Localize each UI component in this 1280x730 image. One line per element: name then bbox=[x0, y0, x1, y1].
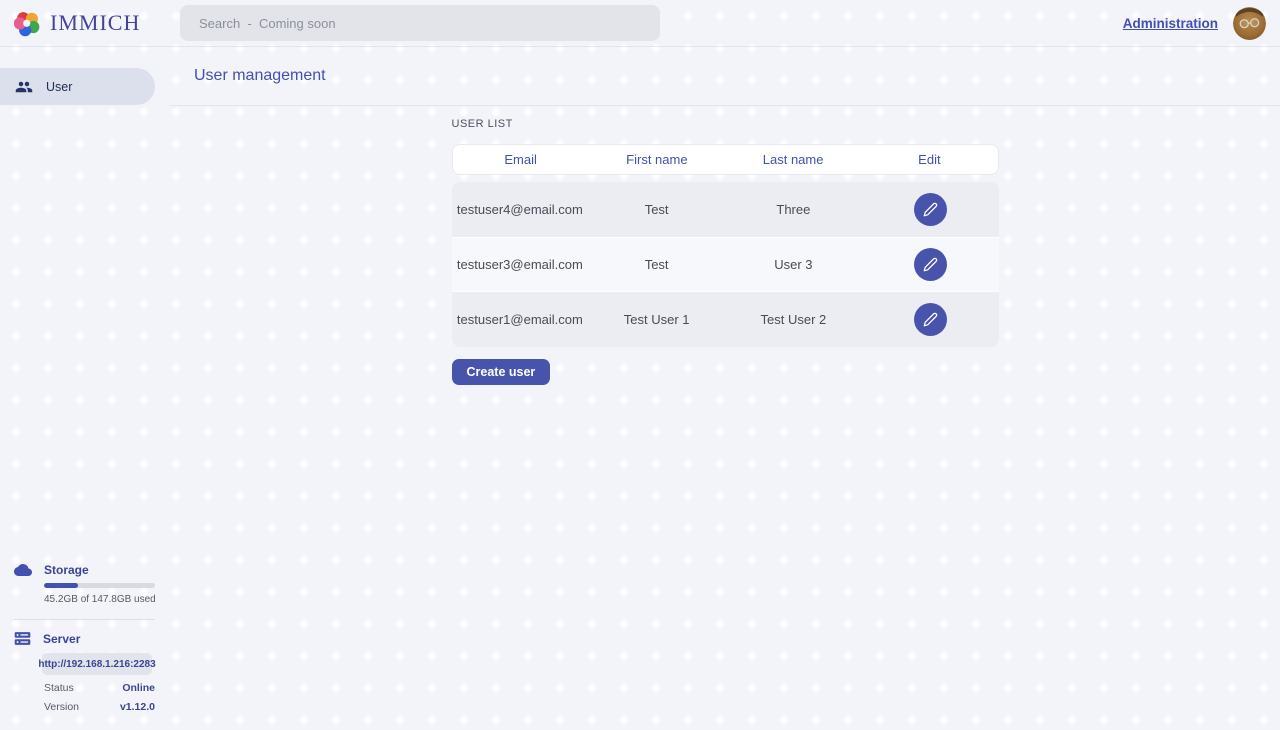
table-row: testuser4@email.com Test Three bbox=[452, 182, 999, 237]
status-value: Online bbox=[122, 682, 155, 694]
column-header-edit: Edit bbox=[861, 152, 997, 167]
brand-logo[interactable]: IMMICH bbox=[14, 10, 140, 37]
storage-title: Storage bbox=[44, 563, 89, 577]
column-header-last-name: Last name bbox=[725, 152, 861, 167]
cell-first-name: Test bbox=[588, 202, 725, 217]
administration-link[interactable]: Administration bbox=[1123, 16, 1218, 31]
search-input[interactable] bbox=[180, 5, 660, 41]
cell-email: testuser3@email.com bbox=[452, 257, 589, 272]
server-icon bbox=[14, 630, 31, 647]
storage-progress-bar bbox=[44, 583, 155, 588]
edit-user-button[interactable] bbox=[914, 193, 947, 226]
edit-user-button[interactable] bbox=[914, 248, 947, 281]
server-title: Server bbox=[43, 632, 80, 646]
version-value: v1.12.0 bbox=[120, 701, 155, 713]
cell-email: testuser1@email.com bbox=[452, 312, 589, 327]
sidebar-divider bbox=[14, 619, 155, 620]
status-label: Status bbox=[44, 682, 74, 694]
brand-name: IMMICH bbox=[50, 10, 140, 36]
cell-last-name: User 3 bbox=[725, 257, 862, 272]
create-user-button[interactable]: Create user bbox=[452, 359, 551, 385]
top-bar: IMMICH Administration bbox=[0, 0, 1280, 47]
storage-progress-fill bbox=[44, 583, 78, 588]
page-header: User management bbox=[170, 47, 1280, 106]
avatar[interactable] bbox=[1233, 7, 1266, 40]
cell-first-name: Test User 1 bbox=[588, 312, 725, 327]
cell-last-name: Test User 2 bbox=[725, 312, 862, 327]
server-url-badge: http://192.168.1.216:2283 bbox=[42, 653, 152, 675]
main-panel: User management USER LIST Email First na… bbox=[170, 47, 1280, 730]
users-icon bbox=[15, 78, 33, 96]
table-row: testuser1@email.com Test User 1 Test Use… bbox=[452, 292, 999, 347]
page-title: User management bbox=[194, 67, 326, 85]
immich-flower-icon bbox=[14, 10, 41, 37]
sidebar-item-label: User bbox=[46, 80, 72, 94]
user-list-label: USER LIST bbox=[452, 118, 999, 130]
user-table-body: testuser4@email.com Test Three testuser3… bbox=[452, 182, 999, 347]
sidebar: User Storage 45.2GB of 147.8GB used bbox=[0, 47, 170, 730]
storage-used-label: 45.2GB of 147.8GB used bbox=[44, 594, 170, 605]
version-label: Version bbox=[44, 701, 79, 713]
column-header-first-name: First name bbox=[589, 152, 725, 167]
user-table-header: Email First name Last name Edit bbox=[452, 144, 999, 175]
pencil-icon bbox=[923, 312, 938, 327]
cell-first-name: Test bbox=[588, 257, 725, 272]
table-row: testuser3@email.com Test User 3 bbox=[452, 237, 999, 292]
cell-email: testuser4@email.com bbox=[452, 202, 589, 217]
cell-last-name: Three bbox=[725, 202, 862, 217]
cloud-icon bbox=[14, 563, 32, 577]
column-header-email: Email bbox=[453, 152, 589, 167]
edit-user-button[interactable] bbox=[914, 303, 947, 336]
server-status-row: Status Online bbox=[44, 682, 155, 694]
pencil-icon bbox=[923, 257, 938, 272]
pencil-icon bbox=[923, 202, 938, 217]
sidebar-footer: Storage 45.2GB of 147.8GB used bbox=[0, 563, 170, 713]
server-version-row: Version v1.12.0 bbox=[44, 701, 155, 713]
sidebar-item-user[interactable]: User bbox=[0, 68, 155, 105]
